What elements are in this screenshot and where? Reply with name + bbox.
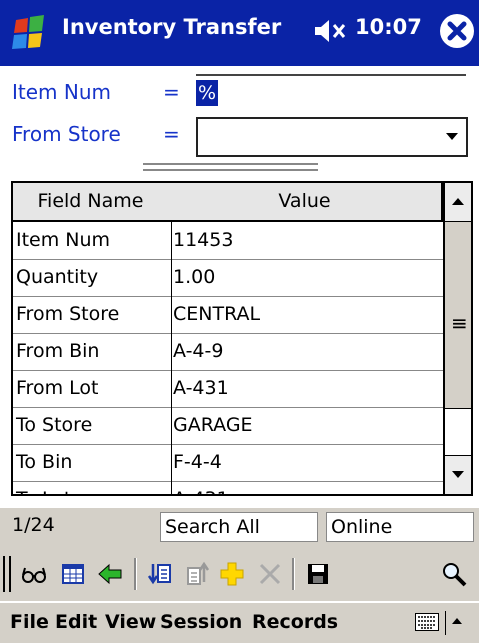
menu-edit[interactable]: Edit xyxy=(55,611,97,633)
item-num-input[interactable]: % xyxy=(196,74,466,106)
search-mode-field[interactable]: Search All xyxy=(160,512,318,542)
scroll-grip-icon: ≡ xyxy=(451,311,468,335)
arrow-down-icon xyxy=(452,471,464,478)
value-cell[interactable]: 1.00 xyxy=(168,259,447,297)
from-store-select[interactable] xyxy=(196,117,468,157)
value-cell[interactable]: GARAGE xyxy=(168,407,447,445)
column-header-field-name[interactable]: Field Name xyxy=(13,183,169,222)
add-icon[interactable] xyxy=(218,560,246,588)
table-row[interactable]: Item Num 11453 xyxy=(13,222,447,260)
record-position: 1/24 xyxy=(12,514,55,536)
field-name-cell: Item Num xyxy=(13,222,172,260)
field-name-cell: From Bin xyxy=(13,333,172,371)
table-row[interactable]: From Lot A-431 xyxy=(13,370,447,408)
table-row[interactable]: To Lot A-431 xyxy=(13,481,447,494)
value-cell[interactable]: F-4-4 xyxy=(168,444,447,482)
glasses-icon[interactable] xyxy=(20,560,48,588)
menu-bar: File Edit View Session Records xyxy=(0,603,479,643)
field-name-cell: To Bin xyxy=(13,444,172,482)
toolbar xyxy=(0,546,479,602)
connection-status: Online xyxy=(326,512,474,542)
grid-icon[interactable] xyxy=(59,560,87,588)
item-num-operator: = xyxy=(163,80,180,104)
grid-header: Field Name Value xyxy=(13,183,444,222)
value-cell[interactable]: A-431 xyxy=(168,370,447,408)
back-arrow-icon[interactable] xyxy=(96,560,124,588)
value-cell[interactable]: A-4-9 xyxy=(168,333,447,371)
field-name-cell: From Lot xyxy=(13,370,172,408)
table-row[interactable]: To Bin F-4-4 xyxy=(13,444,447,482)
toolbar-separator xyxy=(134,558,137,590)
toolbar-grip[interactable] xyxy=(3,556,11,592)
record-grid: Field Name Value Item Num 11453 Quantity… xyxy=(11,181,473,496)
vertical-scrollbar[interactable]: ≡ xyxy=(443,183,471,494)
table-row[interactable]: From Store CENTRAL xyxy=(13,296,447,334)
chevron-down-icon xyxy=(446,133,458,140)
scroll-down-button[interactable] xyxy=(445,455,471,494)
scroll-up-button[interactable] xyxy=(445,183,471,222)
keyboard-icon[interactable] xyxy=(415,613,439,631)
table-row[interactable]: From Bin A-4-9 xyxy=(13,333,447,371)
value-cell[interactable]: CENTRAL xyxy=(168,296,447,334)
app-title: Inventory Transfer xyxy=(62,15,282,39)
item-num-value: % xyxy=(196,80,219,106)
windows-start-icon[interactable] xyxy=(6,14,54,54)
close-icon[interactable] xyxy=(440,14,474,48)
clock[interactable]: 10:07 xyxy=(355,15,422,39)
input-menu-arrow-icon[interactable] xyxy=(450,615,464,627)
title-bar: Inventory Transfer 10:07 xyxy=(0,0,479,66)
scroll-thumb[interactable] xyxy=(445,408,471,456)
table-row[interactable]: To Store GARAGE xyxy=(13,407,447,445)
menu-session[interactable]: Session xyxy=(160,611,242,633)
field-name-cell: Quantity xyxy=(13,259,172,297)
import-icon[interactable] xyxy=(146,560,174,588)
from-store-label: From Store xyxy=(12,122,121,146)
menu-records[interactable]: Records xyxy=(252,611,338,633)
field-name-cell: From Store xyxy=(13,296,172,334)
field-name-cell: To Store xyxy=(13,407,172,445)
item-num-label: Item Num xyxy=(12,80,112,104)
input-separator xyxy=(445,611,446,635)
table-row[interactable]: Quantity 1.00 xyxy=(13,259,447,297)
arrow-up-icon xyxy=(452,198,464,205)
menu-file[interactable]: File xyxy=(10,611,49,633)
toolbar-separator xyxy=(292,558,295,590)
save-icon[interactable] xyxy=(304,560,332,588)
from-store-operator: = xyxy=(163,122,180,146)
column-header-value[interactable]: Value xyxy=(168,183,444,222)
value-cell[interactable]: 11453 xyxy=(168,222,447,260)
value-cell[interactable]: A-431 xyxy=(168,481,447,494)
field-name-cell: To Lot xyxy=(13,481,172,494)
export-icon[interactable] xyxy=(183,560,211,588)
speaker-muted-icon[interactable] xyxy=(313,17,349,45)
search-icon[interactable] xyxy=(440,560,468,588)
menu-view[interactable]: View xyxy=(105,611,156,633)
delete-icon[interactable] xyxy=(256,560,284,588)
splitter-handle[interactable] xyxy=(143,163,318,171)
status-bar: 1/24 Search All Online xyxy=(0,508,479,546)
